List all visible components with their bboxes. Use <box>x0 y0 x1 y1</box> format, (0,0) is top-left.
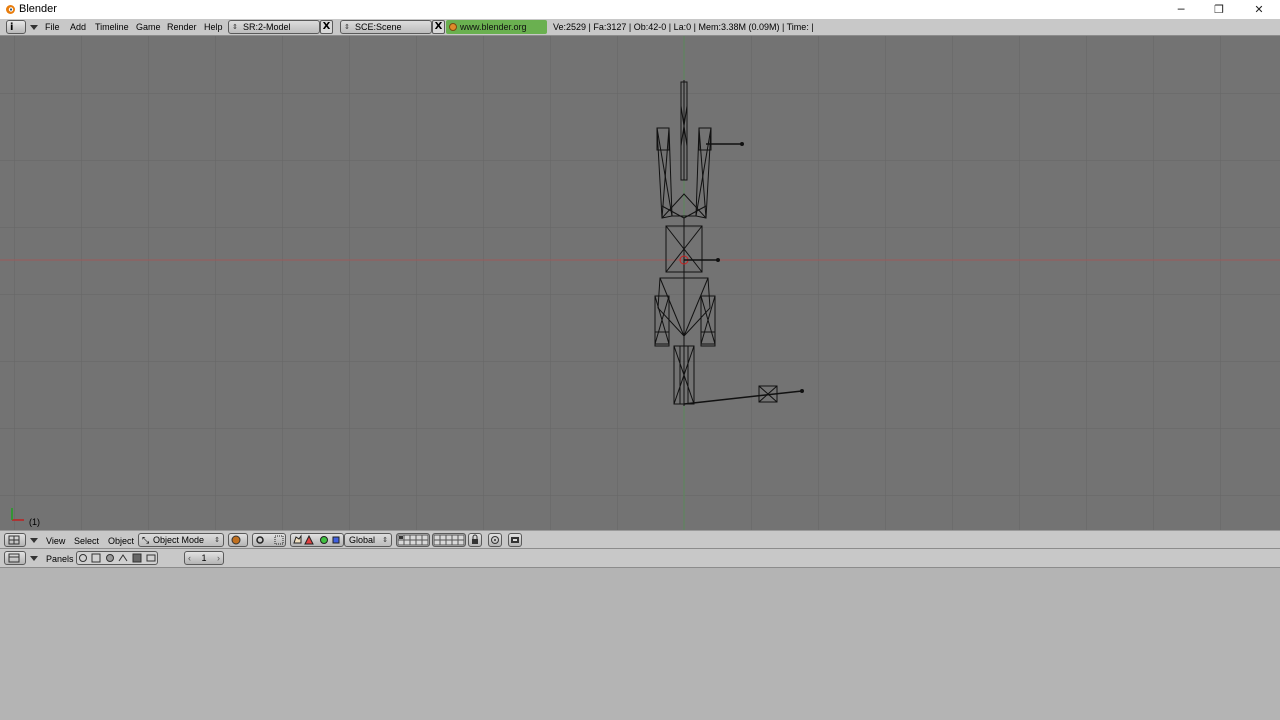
editor-type-button[interactable] <box>4 533 26 547</box>
shading-icon <box>231 535 241 545</box>
layer-buttons-left[interactable] <box>396 533 430 547</box>
scene-name: SCE:Scene <box>355 22 402 32</box>
3d-view-header: View Select Object ⤡ Object Mode ⇕ Globa… <box>0 530 1280 549</box>
scene-selector[interactable]: ⇕ SCE:Scene <box>340 20 432 34</box>
mode-selector[interactable]: ⤡ Object Mode ⇕ <box>138 533 224 547</box>
menu-select[interactable]: Select <box>74 536 99 546</box>
minimize-button[interactable]: ─ <box>1162 0 1200 19</box>
translate-icon <box>304 534 314 545</box>
orientation-label: Global <box>349 535 376 545</box>
orientation-selector[interactable]: Global ⇕ <box>344 533 392 547</box>
manipulator-group[interactable] <box>290 533 344 547</box>
delete-screen-button[interactable]: X <box>320 20 333 34</box>
menu-help[interactable]: Help <box>204 22 223 32</box>
render-opengl-button[interactable] <box>488 533 502 547</box>
scale-icon <box>332 536 340 544</box>
info-icon: i <box>10 22 14 33</box>
frame-value: 1 <box>201 553 207 563</box>
render-icon <box>491 536 499 544</box>
lock-icon <box>472 534 478 544</box>
increment-arrow-icon[interactable]: › <box>217 552 220 564</box>
up-down-arrows-icon: ⇕ <box>232 24 238 31</box>
window-title: Blender <box>19 3 57 15</box>
collapse-menu-icon[interactable] <box>30 25 38 30</box>
menu-panels[interactable]: Panels <box>46 554 74 564</box>
pivot-icon <box>256 535 284 545</box>
buttons-editor-icon <box>8 553 20 563</box>
buttons-window-header: Panels ‹ 1 › <box>0 549 1280 568</box>
hand-icon <box>293 534 302 544</box>
layer-grid-icon <box>397 534 429 546</box>
context-icons <box>79 553 156 563</box>
rotate-icon <box>320 536 328 544</box>
restore-button[interactable]: ❐ <box>1200 0 1238 19</box>
3d-viewport[interactable]: (1) <box>0 36 1280 530</box>
layer-buttons-right[interactable] <box>432 533 466 547</box>
menu-object[interactable]: Object <box>108 536 134 546</box>
collapse-menu-icon[interactable] <box>30 538 38 543</box>
info-header: i File Add Timeline Game Render Help ⇕ S… <box>0 19 1280 46</box>
editing-icon <box>132 553 142 563</box>
viewport-grid <box>0 36 1280 530</box>
logic-icon <box>79 554 87 562</box>
viewport-canvas[interactable] <box>0 36 1280 530</box>
lock-layers-button[interactable] <box>468 533 482 547</box>
minimize-icon: ─ <box>1177 3 1185 16</box>
close-icon: ✕ <box>1254 3 1264 16</box>
blender-logo-icon <box>6 5 15 14</box>
mode-label: Object Mode <box>153 535 205 545</box>
buttons-panel-area <box>0 568 1280 720</box>
delete-screen-icon: X <box>322 21 331 32</box>
draw-type-button[interactable] <box>228 533 248 547</box>
decrement-arrow-icon[interactable]: ‹ <box>188 552 191 564</box>
up-down-arrows-icon: ⇕ <box>214 537 220 544</box>
collapse-menu-icon[interactable] <box>30 556 38 561</box>
render-anim-button[interactable] <box>508 533 522 547</box>
menu-view[interactable]: View <box>46 536 65 546</box>
screen-selector[interactable]: ⇕ SR:2-Model <box>228 20 320 34</box>
menu-add[interactable]: Add <box>70 22 86 32</box>
editor-type-button[interactable] <box>4 551 26 565</box>
delete-scene-icon: X <box>434 21 443 32</box>
frame-number-field[interactable]: ‹ 1 › <box>184 551 224 565</box>
window-titlebar: Blender ─ ❐ ✕ <box>0 0 1280 19</box>
restore-icon: ❐ <box>1214 3 1224 16</box>
script-icon <box>91 553 101 563</box>
editor-type-button[interactable]: i <box>6 20 26 34</box>
close-button[interactable]: ✕ <box>1240 0 1278 19</box>
manipulator-icons <box>293 534 340 545</box>
scene-stats: Ve:2529 | Fa:3127 | Ob:42-0 | La:0 | Mem… <box>553 22 814 32</box>
object-mode-icon: ⤡ <box>142 535 150 545</box>
blender-url-banner[interactable]: www.blender.org 249.2 <box>446 20 547 46</box>
object-icon <box>118 554 128 562</box>
shading-icon <box>106 554 114 562</box>
up-down-arrows-icon: ⇕ <box>382 537 388 544</box>
menu-file[interactable]: File <box>45 22 60 32</box>
blender-orb-icon <box>449 23 457 31</box>
up-down-arrows-icon: ⇕ <box>344 24 350 31</box>
screen-name: SR:2-Model <box>243 22 291 32</box>
frame-indicator: (1) <box>29 517 40 527</box>
layer-grid-icon <box>433 534 465 546</box>
menu-timeline[interactable]: Timeline <box>95 22 129 32</box>
camera-icon <box>511 537 519 543</box>
context-buttons[interactable] <box>76 551 158 565</box>
menu-render[interactable]: Render <box>167 22 197 32</box>
menu-game[interactable]: Game <box>136 22 161 32</box>
grid-editor-icon <box>8 535 20 545</box>
scene-icon <box>146 554 156 562</box>
delete-scene-button[interactable]: X <box>432 20 445 34</box>
pivot-group[interactable] <box>252 533 286 547</box>
